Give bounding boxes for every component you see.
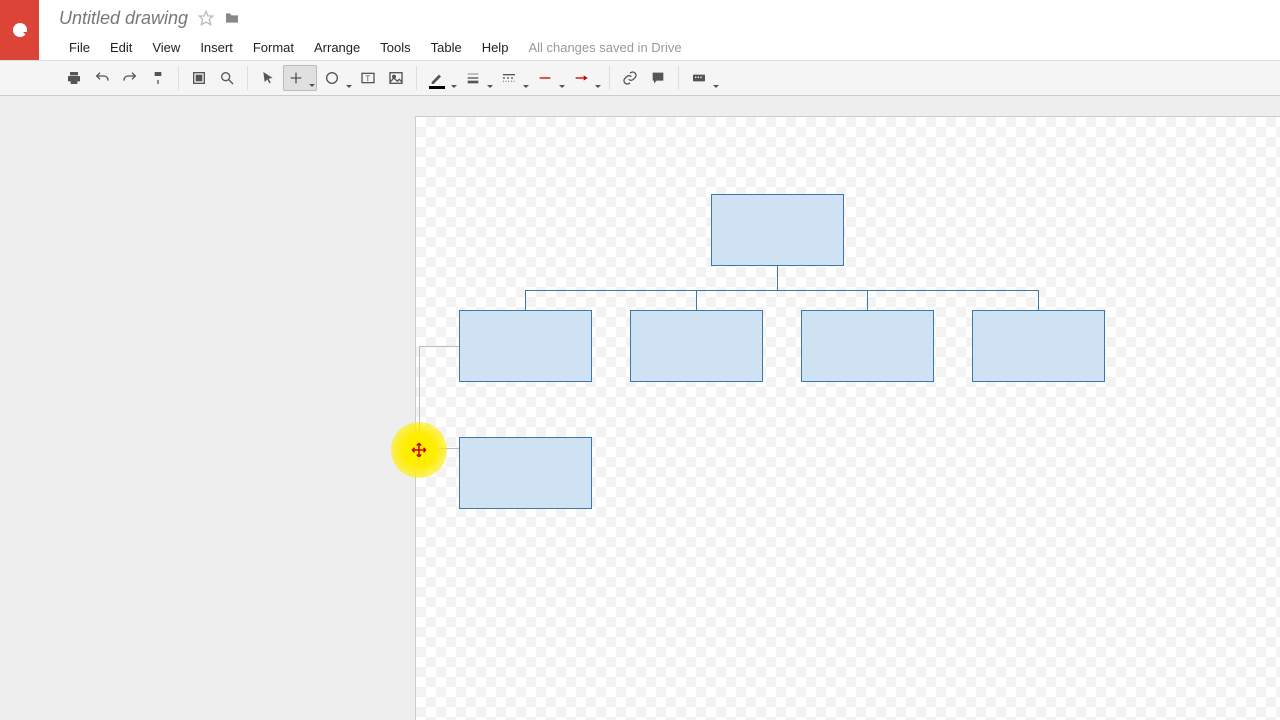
redo-icon[interactable] [117, 65, 143, 91]
menu-format[interactable]: Format [243, 36, 304, 59]
save-status: All changes saved in Drive [518, 36, 691, 59]
drag-guide [419, 346, 459, 449]
input-tools-icon[interactable] [686, 65, 720, 91]
svg-text:T: T [365, 74, 370, 83]
org-box-bottom[interactable] [459, 437, 592, 509]
connector[interactable] [777, 266, 778, 290]
star-icon[interactable] [198, 10, 214, 26]
select-icon[interactable] [255, 65, 281, 91]
app-logo[interactable] [0, 0, 39, 60]
folder-icon[interactable] [224, 10, 240, 26]
connector[interactable] [867, 290, 868, 310]
line-color-icon[interactable] [424, 65, 458, 91]
org-box-child2[interactable] [630, 310, 763, 382]
zoom-icon[interactable] [214, 65, 240, 91]
connector[interactable] [696, 290, 697, 310]
comment-icon[interactable] [645, 65, 671, 91]
menu-help[interactable]: Help [472, 36, 519, 59]
menu-insert[interactable]: Insert [190, 36, 243, 59]
paint-format-icon[interactable] [145, 65, 171, 91]
menu-tools[interactable]: Tools [370, 36, 420, 59]
menu-edit[interactable]: Edit [100, 36, 142, 59]
line-end-icon[interactable] [568, 65, 602, 91]
toolbar: T [0, 60, 1280, 96]
org-box-top[interactable] [711, 194, 844, 266]
workspace [0, 96, 1280, 720]
line-weight-icon[interactable] [460, 65, 494, 91]
menu-view[interactable]: View [142, 36, 190, 59]
menu-bar: File Edit View Insert Format Arrange Too… [59, 36, 1280, 59]
connector[interactable] [525, 290, 1039, 291]
menu-arrange[interactable]: Arrange [304, 36, 370, 59]
menu-table[interactable]: Table [421, 36, 472, 59]
undo-icon[interactable] [89, 65, 115, 91]
line-dash-icon[interactable] [496, 65, 530, 91]
zoom-fit-icon[interactable] [186, 65, 212, 91]
shape-tool-icon[interactable] [319, 65, 353, 91]
print-icon[interactable] [61, 65, 87, 91]
org-box-child3[interactable] [801, 310, 934, 382]
line-start-icon[interactable] [532, 65, 566, 91]
menu-file[interactable]: File [59, 36, 100, 59]
line-tool-icon[interactable] [283, 65, 317, 91]
textbox-icon[interactable]: T [355, 65, 381, 91]
canvas[interactable] [415, 116, 1280, 720]
org-box-child4[interactable] [972, 310, 1105, 382]
org-box-child1[interactable] [459, 310, 592, 382]
link-icon[interactable] [617, 65, 643, 91]
connector[interactable] [1038, 290, 1039, 310]
document-title[interactable]: Untitled drawing [59, 8, 188, 29]
image-icon[interactable] [383, 65, 409, 91]
connector[interactable] [525, 290, 526, 310]
